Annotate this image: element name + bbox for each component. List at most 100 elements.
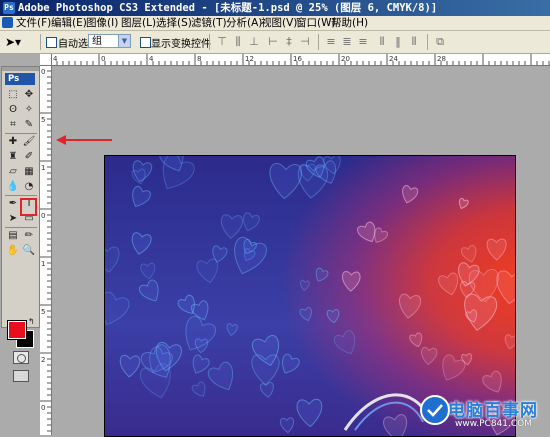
heart-shape bbox=[259, 382, 274, 398]
distribute-vcenter-icon[interactable]: ≣ bbox=[340, 35, 354, 49]
distribute-hcenter-icon[interactable]: ‖ bbox=[391, 35, 405, 49]
auto-select-dropdown[interactable]: 组 ▼ bbox=[88, 34, 131, 48]
heart-shape bbox=[269, 163, 303, 200]
align-top-icon[interactable]: ⊤ bbox=[215, 35, 229, 49]
ruler-label: 4 bbox=[53, 55, 58, 63]
menu-edit[interactable]: 编辑(E) bbox=[51, 16, 87, 30]
gradient-tool-icon[interactable]: ▦ bbox=[22, 165, 36, 179]
heart-shape bbox=[296, 398, 323, 428]
heart-shape bbox=[243, 212, 260, 232]
swap-colors-icon[interactable]: ↰ bbox=[28, 317, 35, 326]
heart-shape bbox=[191, 381, 206, 397]
auto-select-checkbox[interactable] bbox=[46, 37, 57, 48]
heart-shape bbox=[251, 354, 280, 386]
heart-shape bbox=[299, 279, 310, 292]
menu-bar: 文件(F) 编辑(E) 图像(I) 图层(L) 选择(S) 滤镜(T) 分析(A… bbox=[0, 16, 550, 31]
brush-tool-icon[interactable]: 🖌 bbox=[22, 135, 36, 149]
ruler-label: 0 bbox=[41, 68, 45, 76]
ruler-label: 4 bbox=[149, 55, 154, 63]
magic-wand-tool-icon[interactable]: ✧ bbox=[22, 103, 36, 117]
heart-shape bbox=[438, 272, 459, 296]
align-bottom-icon[interactable]: ⊥ bbox=[247, 35, 261, 49]
show-transform-label: 显示变换控件 bbox=[151, 39, 211, 50]
menu-file[interactable]: 文件(F) bbox=[16, 16, 51, 30]
ruler-label: 1 bbox=[41, 164, 45, 172]
photoshop-app-icon[interactable]: Ps bbox=[3, 2, 15, 14]
move-tool-icon[interactable]: ✥ bbox=[22, 88, 36, 102]
quick-mask-button[interactable] bbox=[13, 351, 29, 364]
auto-select-value: 组 bbox=[92, 36, 102, 47]
watermark-url: www.PC841.COM bbox=[455, 419, 533, 429]
ruler-label: 5 bbox=[41, 116, 45, 124]
eraser-tool-icon[interactable]: ▱ bbox=[6, 165, 20, 179]
heart-shape bbox=[460, 244, 477, 263]
show-transform-checkbox[interactable] bbox=[140, 37, 151, 48]
tools-divider bbox=[5, 195, 37, 196]
foreground-color-swatch[interactable] bbox=[7, 320, 27, 340]
heart-shape bbox=[315, 267, 329, 282]
align-vcenter-icon[interactable]: ⫼ bbox=[231, 35, 245, 49]
options-bar: ➤▾ 自动选择: 组 ▼ 显示变换控件 ⊤ ⫼ ⊥ ⊢ ‡ ⊣ ≡ ≣ ≡ ⦀ … bbox=[0, 31, 550, 54]
ruler-origin[interactable] bbox=[40, 54, 52, 66]
distribute-bottom-icon[interactable]: ≡ bbox=[356, 35, 370, 49]
heart-shape bbox=[402, 185, 419, 204]
ruler-label: 0 bbox=[41, 212, 45, 220]
heart-shape bbox=[139, 279, 159, 302]
marquee-tool-icon[interactable]: ⬚ bbox=[6, 88, 20, 102]
vertical-ruler[interactable]: 05101520 bbox=[40, 54, 52, 435]
auto-align-layers-icon[interactable]: ⧉ bbox=[433, 35, 447, 49]
align-left-icon[interactable]: ⊢ bbox=[266, 35, 280, 49]
menu-image[interactable]: 图像(I) bbox=[86, 16, 118, 30]
align-right-icon[interactable]: ⊣ bbox=[298, 35, 312, 49]
menu-analysis[interactable]: 分析(A) bbox=[226, 16, 262, 30]
menu-layer[interactable]: 图层(L) bbox=[121, 16, 156, 30]
title-bar: Ps Adobe Photoshop CS3 Extended - [未标题-1… bbox=[0, 0, 550, 16]
menu-filter[interactable]: 滤镜(T) bbox=[191, 16, 227, 30]
options-separator bbox=[427, 34, 428, 50]
healing-brush-tool-icon[interactable]: ✚ bbox=[6, 135, 20, 149]
menu-window[interactable]: 窗口(W) bbox=[296, 16, 336, 30]
heart-shape bbox=[192, 354, 210, 374]
notes-tool-icon[interactable]: ▤ bbox=[6, 229, 20, 243]
horizontal-ruler[interactable]: 4 0 4 8 12 16 20 24 28 bbox=[40, 54, 550, 66]
history-brush-tool-icon[interactable]: ✐ bbox=[22, 150, 36, 164]
options-separator bbox=[209, 34, 210, 50]
dodge-tool-icon[interactable]: ◔ bbox=[22, 180, 36, 194]
heart-shape bbox=[486, 238, 507, 261]
ruler-label: 24 bbox=[389, 55, 398, 63]
ps-logo[interactable]: Ps bbox=[5, 73, 35, 85]
heart-shape bbox=[421, 346, 438, 366]
pen-tool-icon[interactable]: ✒ bbox=[6, 197, 20, 211]
distribute-top-icon[interactable]: ≡ bbox=[324, 35, 338, 49]
distribute-right-icon[interactable]: ⦀ bbox=[407, 35, 421, 49]
menu-help[interactable]: 帮助(H) bbox=[331, 16, 368, 30]
ruler-label: 28 bbox=[437, 55, 446, 63]
align-hcenter-icon[interactable]: ‡ bbox=[282, 35, 296, 49]
heart-shape bbox=[458, 197, 469, 210]
chevron-down-icon[interactable]: ▼ bbox=[118, 35, 130, 47]
ps-menu-icon[interactable] bbox=[2, 17, 13, 28]
eyedropper-tool-icon[interactable]: ✏ bbox=[22, 229, 36, 243]
clone-stamp-tool-icon[interactable]: ♜ bbox=[6, 150, 20, 164]
move-tool-preset-icon[interactable]: ➤▾ bbox=[5, 34, 35, 50]
heart-shape bbox=[226, 323, 238, 336]
heart-shape bbox=[281, 353, 300, 374]
zoom-tool-icon[interactable]: 🔍 bbox=[22, 244, 36, 258]
screen-mode-button[interactable] bbox=[13, 370, 29, 382]
path-selection-tool-icon[interactable]: ➤ bbox=[6, 212, 20, 226]
palette-grip[interactable] bbox=[2, 67, 39, 71]
distribute-left-icon[interactable]: ⦀ bbox=[375, 35, 389, 49]
menu-view[interactable]: 视图(V) bbox=[261, 16, 297, 30]
blur-tool-icon[interactable]: 💧 bbox=[6, 180, 20, 194]
heart-shape bbox=[504, 334, 515, 350]
heart-shape bbox=[119, 354, 141, 378]
heart-shape bbox=[279, 417, 295, 434]
heart-shape bbox=[326, 309, 340, 324]
annotation-arrow-line bbox=[64, 139, 112, 141]
lasso-tool-icon[interactable]: ʘ bbox=[6, 103, 20, 117]
menu-select[interactable]: 选择(S) bbox=[156, 16, 192, 30]
slice-tool-icon[interactable]: ✎ bbox=[22, 118, 36, 132]
crop-tool-icon[interactable]: ⌗ bbox=[6, 118, 20, 132]
watermark-logo-text: 电脑百事网 bbox=[448, 401, 538, 421]
hand-tool-icon[interactable]: ✋ bbox=[6, 244, 20, 258]
